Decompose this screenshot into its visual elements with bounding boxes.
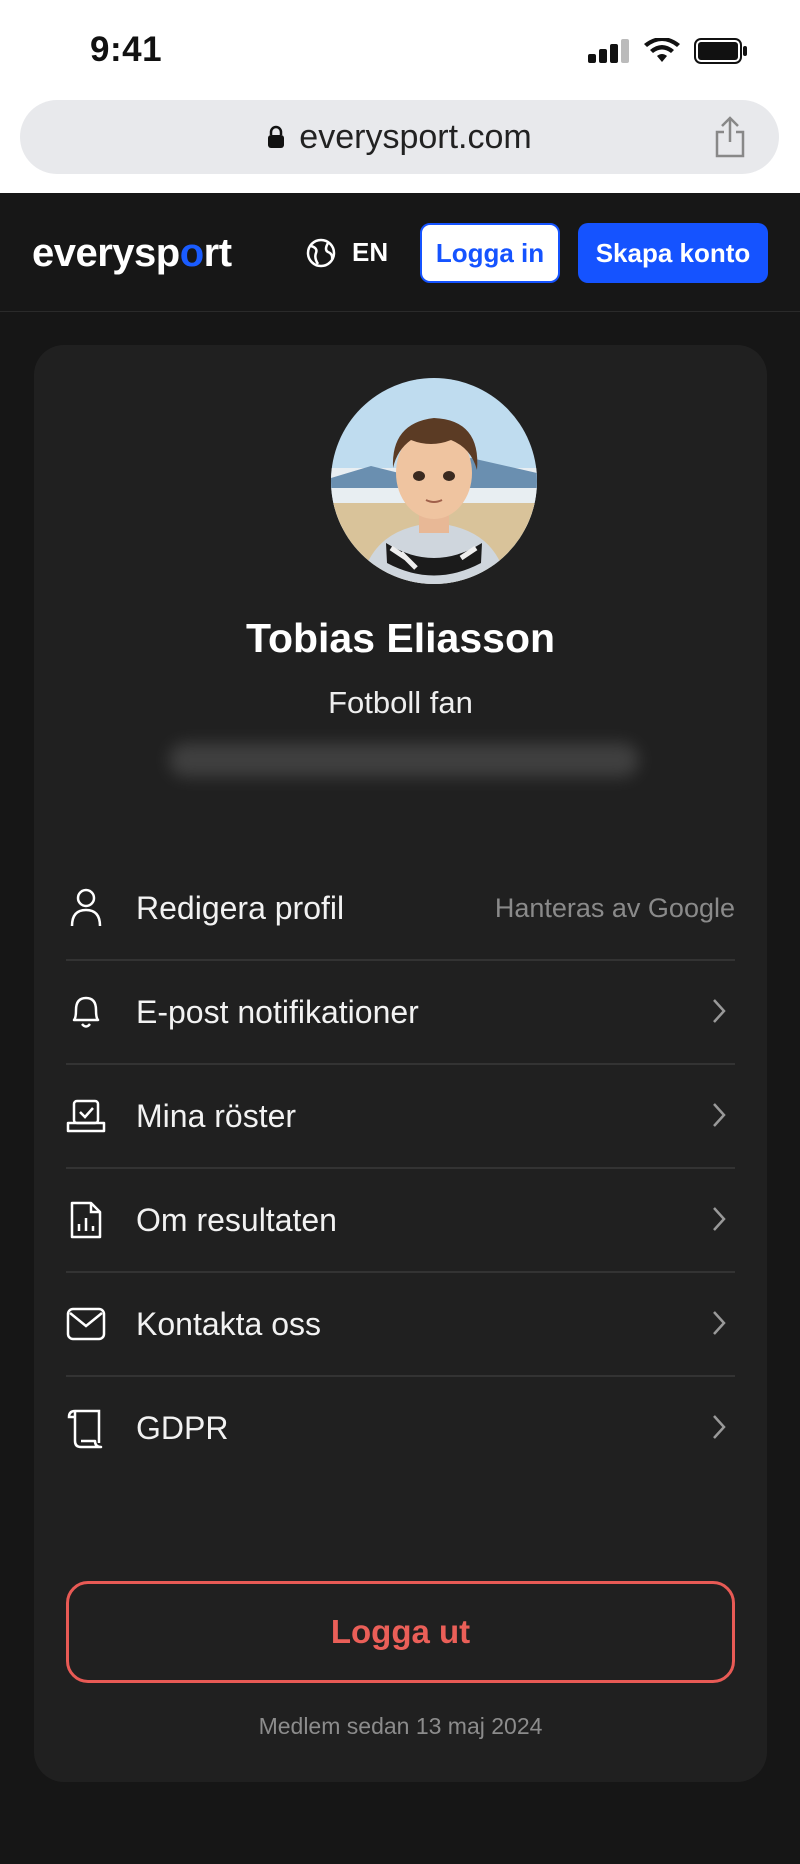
- bell-icon: [66, 992, 106, 1032]
- login-button[interactable]: Logga in: [420, 223, 560, 283]
- language-selector[interactable]: EN: [306, 237, 388, 268]
- avatar: [331, 378, 537, 584]
- blurred-email: [169, 743, 639, 777]
- wifi-icon: [644, 38, 680, 62]
- url-bar[interactable]: everysport.com: [20, 100, 779, 174]
- menu-item-label: Kontakta oss: [136, 1305, 321, 1342]
- create-account-button[interactable]: Skapa konto: [578, 223, 768, 283]
- user-icon: [66, 888, 106, 928]
- status-icons: [588, 38, 748, 64]
- ballot-icon: [66, 1096, 106, 1136]
- member-since-text: Medlem sedan 13 maj 2024: [258, 1713, 543, 1739]
- menu-item-about-results[interactable]: Om resultaten: [66, 1169, 735, 1273]
- profile-menu: Redigera profil Hanteras av Google E-pos…: [66, 857, 735, 1479]
- menu-item-gdpr[interactable]: GDPR: [66, 1377, 735, 1479]
- chevron-right-icon: [713, 1103, 726, 1127]
- managed-by-google-text: Hanteras av Google: [494, 892, 735, 923]
- signal-icon: [588, 39, 629, 63]
- site-header: everysport EN Logga in Skapa konto: [0, 193, 800, 312]
- scroll-icon: [66, 1408, 106, 1449]
- menu-item-label: Mina röster: [136, 1097, 297, 1134]
- menu-item-label: E-post notifikationer: [136, 993, 419, 1030]
- mail-icon: [66, 1304, 106, 1344]
- menu-item-my-votes[interactable]: Mina röster: [66, 1065, 735, 1169]
- chevron-right-icon: [713, 1415, 726, 1439]
- lock-icon: [268, 125, 285, 148]
- chevron-right-icon: [713, 1207, 726, 1231]
- chart-document-icon: [66, 1200, 106, 1240]
- globe-icon: [306, 238, 336, 267]
- logout-button[interactable]: Logga ut: [66, 1581, 735, 1683]
- menu-item-edit-profile[interactable]: Redigera profil Hanteras av Google: [66, 857, 735, 961]
- menu-item-email-notifications[interactable]: E-post notifikationer: [66, 961, 735, 1065]
- everysport-logo[interactable]: everysport: [32, 231, 232, 276]
- status-time: 9:41: [90, 30, 163, 69]
- chevron-right-icon: [713, 999, 726, 1023]
- profile-card: Tobias Eliasson Fotboll fan Redigera pro…: [34, 345, 767, 1782]
- language-label: EN: [352, 237, 389, 267]
- menu-item-label: GDPR: [136, 1409, 229, 1446]
- share-icon[interactable]: [713, 116, 747, 158]
- chevron-right-icon: [713, 1311, 726, 1335]
- menu-item-label: Om resultaten: [136, 1201, 337, 1238]
- menu-item-contact-us[interactable]: Kontakta oss: [66, 1273, 735, 1377]
- url-text: everysport.com: [299, 117, 532, 156]
- status-bar: 9:41: [0, 0, 800, 100]
- profile-subtitle: Fotboll fan: [328, 685, 473, 720]
- menu-item-label: Redigera profil: [136, 889, 345, 926]
- battery-icon: [694, 38, 747, 64]
- profile-name: Tobias Eliasson: [245, 615, 556, 661]
